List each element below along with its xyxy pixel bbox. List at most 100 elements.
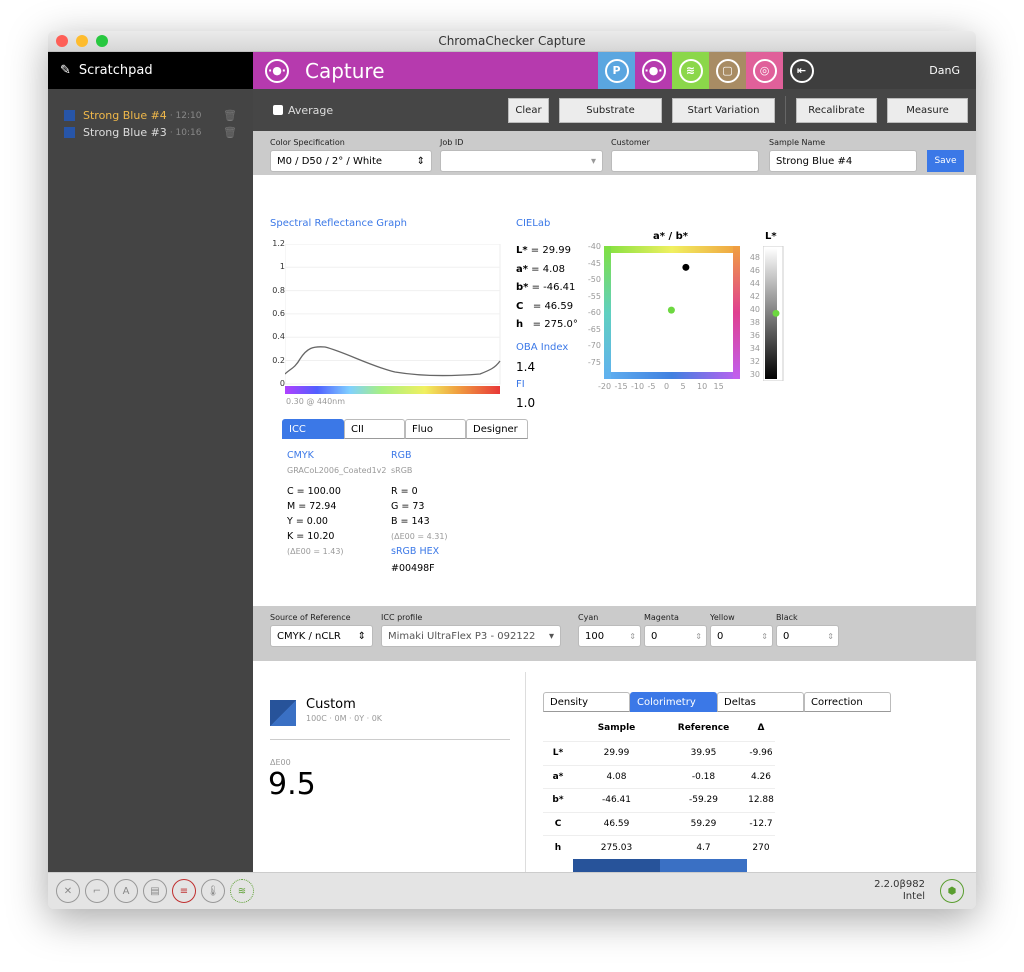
tab-deltas[interactable]: Deltas bbox=[717, 692, 804, 712]
table-row: C 46.59 59.29 -12.7 bbox=[543, 811, 775, 836]
nav-target-button[interactable]: ◎ bbox=[746, 52, 783, 89]
g-value: G = 73 bbox=[391, 501, 425, 512]
zoom-window-button[interactable] bbox=[96, 35, 108, 47]
stepper-icon[interactable]: ⇕ bbox=[827, 632, 834, 641]
pencil-icon: ✎ bbox=[60, 63, 71, 78]
average-checkbox[interactable]: Average bbox=[273, 104, 333, 117]
cube-icon[interactable]: ⬢ bbox=[940, 879, 964, 903]
report-icon[interactable]: ≡ bbox=[172, 879, 196, 903]
measure-button[interactable]: Measure bbox=[887, 97, 968, 123]
l-tick: 44 bbox=[749, 279, 760, 288]
stepper-icon[interactable]: ⇕ bbox=[629, 632, 636, 641]
stepper-icon[interactable]: ⇕ bbox=[695, 632, 702, 641]
table-row: h 275.03 4.7 270 bbox=[543, 835, 775, 859]
table-cell: 4.08 bbox=[573, 764, 660, 789]
customer-label: Customer bbox=[611, 138, 650, 147]
thermometer-icon[interactable]: 🌡 bbox=[201, 879, 225, 903]
table-cell: a* bbox=[543, 764, 573, 789]
logout-button[interactable]: ⇤ bbox=[783, 52, 820, 89]
y-tick: -40 bbox=[587, 242, 601, 251]
logout-icon: ⇤ bbox=[789, 58, 814, 83]
magenta-stepper[interactable]: 0 ⇕ bbox=[644, 625, 707, 647]
y-tick: -50 bbox=[587, 275, 601, 284]
scratchpad-item[interactable]: Strong Blue #4 · 12:10 🗑 bbox=[48, 107, 253, 124]
checkbox-box[interactable] bbox=[273, 105, 283, 115]
column-header: Sample bbox=[597, 723, 636, 733]
item-name: Strong Blue #3 bbox=[83, 126, 167, 139]
nav-capture-button[interactable]: ·●· bbox=[635, 52, 672, 89]
icc-profile-select[interactable]: Mimaki UltraFlex P3 - 092122 ▾ bbox=[381, 625, 561, 647]
wireless-icon[interactable]: A bbox=[114, 879, 138, 903]
x-tick: 0 bbox=[664, 382, 670, 391]
trash-icon[interactable]: 🗑 bbox=[223, 109, 237, 122]
title-bar: ChromaChecker Capture bbox=[48, 31, 976, 52]
ab-x-axis: -20 -15 -10 -5 0 5 10 15 bbox=[598, 382, 743, 394]
job-id-select[interactable]: ▾ bbox=[440, 150, 603, 172]
sample-name-input[interactable]: Strong Blue #4 bbox=[769, 150, 917, 172]
scratchpad-item[interactable]: Strong Blue #3 · 10:16 🗑 bbox=[48, 124, 253, 141]
x-tick: -5 bbox=[647, 382, 656, 391]
device-icon[interactable]: ⌐ bbox=[85, 879, 109, 903]
trash-icon[interactable]: 🗑 bbox=[223, 126, 237, 139]
updown-icon: ⇕ bbox=[416, 155, 425, 167]
tab-colorimetry[interactable]: Colorimetry bbox=[630, 692, 717, 712]
tab-fluo[interactable]: Fluo bbox=[405, 419, 466, 439]
yellow-label: Yellow bbox=[710, 613, 735, 622]
cyan-stepper[interactable]: 100 ⇕ bbox=[578, 625, 641, 647]
x-tick: 5 bbox=[680, 382, 686, 391]
source-select[interactable]: CMYK / nCLR ⇕ bbox=[270, 625, 373, 647]
b-value: = -46.41 bbox=[531, 282, 576, 293]
result-sub: 100C · 0M · 0Y · 0K bbox=[306, 714, 383, 723]
capture-header: ·●· Capture bbox=[253, 52, 598, 89]
clear-button[interactable]: Clear bbox=[508, 97, 549, 123]
item-name: Strong Blue #4 bbox=[83, 109, 167, 122]
h-value: = 275.0° bbox=[532, 319, 578, 330]
table-cell: 29.99 bbox=[573, 741, 660, 765]
spectrum-bar bbox=[285, 386, 500, 394]
save-button[interactable]: Save bbox=[927, 150, 964, 172]
recalibrate-button[interactable]: Recalibrate bbox=[796, 97, 877, 123]
table-cell: 270 bbox=[747, 835, 775, 859]
table-cell: 59.29 bbox=[660, 811, 747, 836]
yellow-stepper[interactable]: 0 ⇕ bbox=[710, 625, 773, 647]
job-id-label: Job ID bbox=[440, 138, 464, 147]
printer-icon[interactable]: ▤ bbox=[143, 879, 167, 903]
ab-y-axis: -40 -45 -50 -55 -60 -65 -70 -75 bbox=[583, 242, 601, 402]
page-title: Capture bbox=[305, 58, 385, 83]
tab-cii[interactable]: CII bbox=[344, 419, 405, 439]
main-panel: ·●· Capture P ·●· ≋ ▢ ◎ ⇤ DanG Average C… bbox=[253, 52, 976, 884]
h-label: h bbox=[516, 319, 524, 330]
footer: ✕ ⌐ A ▤ ≡ 🌡 ≋ 2.2.0β982 Intel ⬢ bbox=[48, 872, 976, 909]
tab-density[interactable]: Density bbox=[543, 692, 630, 712]
cmyk-panel: CMYK GRACoL2006_Coated1v2 C = 100.00 M =… bbox=[287, 448, 387, 559]
substrate-button[interactable]: Substrate bbox=[559, 97, 662, 123]
nav-document-button[interactable]: ▢ bbox=[709, 52, 746, 89]
icc-profile-value: Mimaki UltraFlex P3 - 092122 bbox=[388, 630, 536, 642]
l-tick: 38 bbox=[749, 318, 760, 327]
column-header: Δ bbox=[757, 723, 765, 733]
color-spec-select[interactable]: M0 / D50 / 2° / White ⇕ bbox=[270, 150, 432, 172]
c-value: C = 100.00 bbox=[287, 486, 341, 497]
sample-point bbox=[682, 263, 690, 271]
tab-designer[interactable]: Designer bbox=[466, 419, 528, 439]
color-spec-label: Color Specification bbox=[270, 138, 345, 147]
l-tick: 30 bbox=[749, 370, 760, 379]
color-spec-value: M0 / D50 / 2° / White bbox=[277, 155, 383, 167]
minimize-window-button[interactable] bbox=[76, 35, 88, 47]
table-cell: 12.88 bbox=[747, 788, 775, 812]
close-window-button[interactable] bbox=[56, 35, 68, 47]
rgb-delta-e: (ΔE00 = 4.31) bbox=[391, 532, 448, 541]
nav-p-button[interactable]: P bbox=[598, 52, 635, 89]
nav-substrate-button[interactable]: ≋ bbox=[672, 52, 709, 89]
customer-input[interactable] bbox=[611, 150, 759, 172]
stepper-icon[interactable]: ⇕ bbox=[761, 632, 768, 641]
tab-correction[interactable]: Correction bbox=[804, 692, 891, 712]
tab-icc[interactable]: ICC bbox=[282, 419, 344, 439]
top-bar: ·●· Capture P ·●· ≋ ▢ ◎ ⇤ DanG bbox=[253, 52, 976, 89]
tools-icon[interactable]: ✕ bbox=[56, 879, 80, 903]
substrate-status-icon[interactable]: ≋ bbox=[230, 879, 254, 903]
updown-icon: ⇕ bbox=[357, 630, 366, 642]
start-variation-button[interactable]: Start Variation bbox=[672, 97, 775, 123]
black-stepper[interactable]: 0 ⇕ bbox=[776, 625, 839, 647]
table-cell: -9.96 bbox=[747, 741, 775, 765]
